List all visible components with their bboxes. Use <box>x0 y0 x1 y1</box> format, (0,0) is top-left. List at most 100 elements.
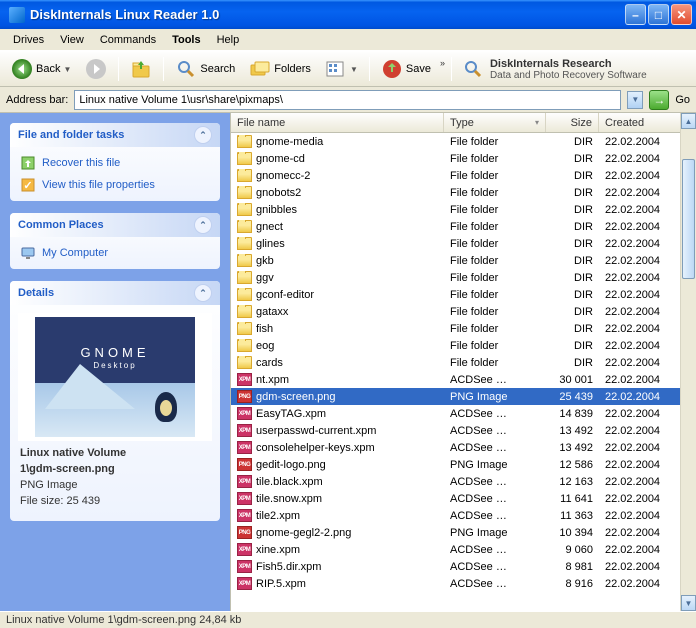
scroll-down-icon[interactable]: ▼ <box>681 595 696 611</box>
file-type: File folder <box>444 170 546 182</box>
table-row[interactable]: gdm-screen.pngPNG Image25 43922.02.2004 <box>231 388 696 405</box>
file-size: DIR <box>546 187 599 199</box>
go-button[interactable]: → <box>649 90 669 110</box>
toolbar-overflow-icon[interactable]: » <box>440 58 445 68</box>
file-type: File folder <box>444 340 546 352</box>
file-size: 11 363 <box>546 510 599 522</box>
xpm-icon <box>237 509 252 522</box>
file-name: gkb <box>256 255 274 267</box>
separator <box>163 57 164 81</box>
details-filename-2: 1\gdm-screen.png <box>20 463 210 475</box>
views-dropdown-icon[interactable]: ▼ <box>350 65 358 74</box>
table-row[interactable]: cardsFile folderDIR22.02.2004 <box>231 354 696 371</box>
table-row[interactable]: eogFile folderDIR22.02.2004 <box>231 337 696 354</box>
folders-button[interactable]: Folders <box>244 55 316 83</box>
collapse-icon[interactable]: ⌃ <box>194 216 212 234</box>
table-row[interactable]: gkbFile folderDIR22.02.2004 <box>231 252 696 269</box>
file-name: cards <box>256 357 283 369</box>
table-row[interactable]: gnome-cdFile folderDIR22.02.2004 <box>231 150 696 167</box>
table-row[interactable]: ggvFile folderDIR22.02.2004 <box>231 269 696 286</box>
table-row[interactable]: userpasswd-current.xpmACDSee …13 49222.0… <box>231 422 696 439</box>
table-row[interactable]: nt.xpmACDSee …30 00122.02.2004 <box>231 371 696 388</box>
file-name: gataxx <box>256 306 288 318</box>
my-computer-link[interactable]: My Computer <box>20 245 210 261</box>
table-row[interactable]: gedit-logo.pngPNG Image12 58622.02.2004 <box>231 456 696 473</box>
file-name: gdm-screen.png <box>256 391 336 403</box>
table-row[interactable]: Fish5.dir.xpmACDSee …8 98122.02.2004 <box>231 558 696 575</box>
table-row[interactable]: gnibblesFile folderDIR22.02.2004 <box>231 201 696 218</box>
go-label: Go <box>675 94 690 106</box>
details-type: PNG Image <box>20 479 210 491</box>
close-button[interactable]: ✕ <box>671 4 692 25</box>
table-row[interactable]: tile2.xpmACDSee …11 36322.02.2004 <box>231 507 696 524</box>
menu-tools[interactable]: Tools <box>165 32 208 48</box>
file-name: glines <box>256 238 285 250</box>
file-name: Fish5.dir.xpm <box>256 561 321 573</box>
collapse-icon[interactable]: ⌃ <box>194 284 212 302</box>
scroll-thumb[interactable] <box>682 159 695 279</box>
properties-link[interactable]: ✓ View this file properties <box>20 177 210 193</box>
file-size: DIR <box>546 340 599 352</box>
scroll-up-icon[interactable]: ▲ <box>681 113 696 129</box>
scrollbar[interactable]: ▲ ▼ <box>680 113 696 611</box>
file-size: 8 981 <box>546 561 599 573</box>
file-type: File folder <box>444 272 546 284</box>
table-row[interactable]: gnome-mediaFile folderDIR22.02.2004 <box>231 133 696 150</box>
menu-drives[interactable]: Drives <box>6 32 51 48</box>
table-row[interactable]: tile.black.xpmACDSee …12 16322.02.2004 <box>231 473 696 490</box>
table-row[interactable]: glinesFile folderDIR22.02.2004 <box>231 235 696 252</box>
titlebar[interactable]: DiskInternals Linux Reader 1.0 – □ ✕ <box>0 0 696 29</box>
file-size: DIR <box>546 136 599 148</box>
col-type[interactable]: Type <box>444 113 546 132</box>
table-row[interactable]: fishFile folderDIR22.02.2004 <box>231 320 696 337</box>
file-type: File folder <box>444 255 546 267</box>
back-dropdown-icon[interactable]: ▼ <box>63 65 71 74</box>
views-icon <box>325 58 347 80</box>
recover-file-link[interactable]: Recover this file <box>20 155 210 171</box>
details-size: File size: 25 439 <box>20 495 210 507</box>
maximize-button[interactable]: □ <box>648 4 669 25</box>
menu-help[interactable]: Help <box>210 32 247 48</box>
table-row[interactable]: xine.xpmACDSee …9 06022.02.2004 <box>231 541 696 558</box>
places-panel-header[interactable]: Common Places ⌃ <box>10 213 220 237</box>
table-row[interactable]: gconf-editorFile folderDIR22.02.2004 <box>231 286 696 303</box>
up-button[interactable] <box>125 55 157 83</box>
table-row[interactable]: gnomecc-2File folderDIR22.02.2004 <box>231 167 696 184</box>
table-row[interactable]: RIP.5.xpmACDSee …8 91622.02.2004 <box>231 575 696 592</box>
details-panel-header[interactable]: Details ⌃ <box>10 281 220 305</box>
tasks-panel-header[interactable]: File and folder tasks ⌃ <box>10 123 220 147</box>
table-row[interactable]: gnobots2File folderDIR22.02.2004 <box>231 184 696 201</box>
file-name: RIP.5.xpm <box>256 578 306 590</box>
table-row[interactable]: EasyTAG.xpmACDSee …14 83922.02.2004 <box>231 405 696 422</box>
table-row[interactable]: gnome-gegl2-2.pngPNG Image10 39422.02.20… <box>231 524 696 541</box>
collapse-icon[interactable]: ⌃ <box>194 126 212 144</box>
views-button[interactable]: ▼ <box>320 55 363 83</box>
address-dropdown-icon[interactable]: ▼ <box>627 91 643 109</box>
menu-commands[interactable]: Commands <box>93 32 163 48</box>
table-row[interactable]: consolehelper-keys.xpmACDSee …13 49222.0… <box>231 439 696 456</box>
back-button[interactable]: Back ▼ <box>6 55 76 83</box>
status-text: Linux native Volume 1\gdm-screen.png 24,… <box>6 614 241 626</box>
file-type: ACDSee … <box>444 510 546 522</box>
address-input[interactable]: Linux native Volume 1\usr\share\pixmaps\ <box>74 90 621 110</box>
folder-icon <box>237 339 252 352</box>
file-list: File name Type Size Created gnome-mediaF… <box>230 113 696 611</box>
table-row[interactable]: tile.snow.xpmACDSee …11 64122.02.2004 <box>231 490 696 507</box>
folder-icon <box>237 152 252 165</box>
file-size: 14 839 <box>546 408 599 420</box>
forward-button[interactable] <box>80 55 112 83</box>
save-button[interactable]: Save <box>376 55 436 83</box>
xpm-icon <box>237 492 252 505</box>
file-type: ACDSee … <box>444 544 546 556</box>
minimize-button[interactable]: – <box>625 4 646 25</box>
col-size[interactable]: Size <box>546 113 599 132</box>
table-row[interactable]: gataxxFile folderDIR22.02.2004 <box>231 303 696 320</box>
col-name[interactable]: File name <box>231 113 444 132</box>
table-row[interactable]: gnectFile folderDIR22.02.2004 <box>231 218 696 235</box>
forward-icon <box>85 58 107 80</box>
search-button[interactable]: Search <box>170 55 240 83</box>
menu-view[interactable]: View <box>53 32 91 48</box>
research-link[interactable]: DiskInternals Research Data and Photo Re… <box>462 58 647 81</box>
file-name: EasyTAG.xpm <box>256 408 326 420</box>
xpm-icon <box>237 424 252 437</box>
